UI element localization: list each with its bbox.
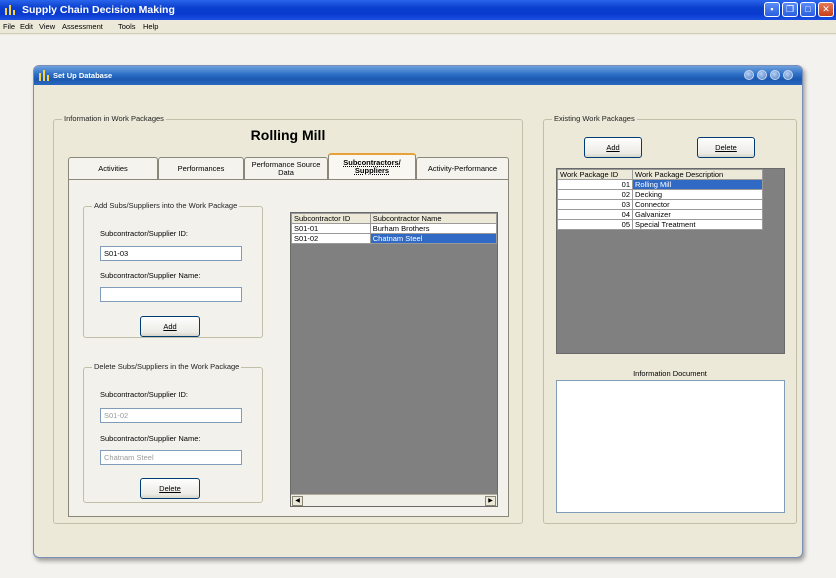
work-package-grid[interactable]: Work Package ID Work Package Description… xyxy=(556,168,785,354)
column-header[interactable]: Subcontractor ID xyxy=(291,213,371,224)
menu-help[interactable]: Help xyxy=(143,22,158,31)
subcontractor-table: Subcontractor ID Subcontractor Name S01-… xyxy=(291,213,498,244)
delete-subs-group: Delete Subs/Suppliers in the Work Packag… xyxy=(83,362,263,503)
information-document-area[interactable] xyxy=(556,380,785,513)
existing-work-packages-group: Existing Work Packages Add Delete Work P… xyxy=(543,114,797,524)
work-package-desc-cell[interactable]: Decking xyxy=(632,189,763,200)
group-label: Add Subs/Suppliers into the Work Package xyxy=(92,201,240,210)
subcontractor-id-label: Subcontractor/Supplier ID: xyxy=(100,390,188,399)
subcontractor-id-cell[interactable]: S01-01 xyxy=(291,223,371,234)
maximize-icon[interactable] xyxy=(770,70,780,80)
tab-subcontractors-suppliers[interactable]: Subcontractors/ Suppliers xyxy=(328,153,416,179)
subcontractor-name-label: Subcontractor/Supplier Name: xyxy=(100,271,201,280)
column-header[interactable]: Work Package ID xyxy=(557,169,633,180)
app-title: Supply Chain Decision Making xyxy=(22,4,175,16)
menu-tools[interactable]: Tools xyxy=(118,22,136,31)
scroll-right-icon[interactable]: ▶ xyxy=(485,496,496,506)
subcontractor-grid[interactable]: Subcontractor ID Subcontractor Name S01-… xyxy=(290,212,498,507)
column-header[interactable]: Work Package Description xyxy=(632,169,763,180)
scroll-left-icon[interactable]: ◀ xyxy=(292,496,303,506)
info-work-packages-group: Information in Work Packages Rolling Mil… xyxy=(53,114,523,524)
work-package-desc-cell[interactable]: Connector xyxy=(632,199,763,210)
add-work-package-button[interactable]: Add xyxy=(584,137,642,158)
work-package-table: Work Package ID Work Package Description… xyxy=(557,169,763,230)
subcontractor-id-cell[interactable]: S01-02 xyxy=(291,233,371,244)
work-package-id-cell[interactable]: 02 xyxy=(557,189,633,200)
work-package-desc-cell[interactable]: Galvanizer xyxy=(632,209,763,220)
subcontractor-id-label: Subcontractor/Supplier ID: xyxy=(100,229,188,238)
minimize-icon[interactable]: ▪ xyxy=(764,2,780,17)
table-row[interactable]: 01 Rolling Mill xyxy=(557,179,763,190)
restore-icon[interactable]: ❐ xyxy=(782,2,798,17)
work-package-desc-cell[interactable]: Rolling Mill xyxy=(632,179,763,190)
database-icon xyxy=(39,70,49,81)
tab-performances[interactable]: Performances xyxy=(158,157,244,179)
menu-file[interactable]: File xyxy=(3,22,15,31)
minimize-icon[interactable] xyxy=(757,70,767,80)
group-label: Existing Work Packages xyxy=(552,114,637,123)
subcontractor-name-cell[interactable]: Burham Brothers xyxy=(369,223,498,234)
tab-activities[interactable]: Activities xyxy=(68,157,158,179)
close-icon[interactable]: ✕ xyxy=(818,2,834,17)
group-label: Delete Subs/Suppliers in the Work Packag… xyxy=(92,362,242,371)
dialog-titlebar: Set Up Database xyxy=(34,66,802,85)
group-label: Information in Work Packages xyxy=(62,114,166,123)
work-package-id-cell[interactable]: 04 xyxy=(557,209,633,220)
table-row[interactable]: S01-01 Burham Brothers xyxy=(291,223,498,234)
setup-database-dialog: Set Up Database Information in Work Pack… xyxy=(33,65,803,558)
app-titlebar: Supply Chain Decision Making ▪ ❐ □ ✕ xyxy=(0,0,836,20)
table-row[interactable]: 02 Decking xyxy=(557,189,763,200)
horizontal-scrollbar[interactable]: ◀ ▶ xyxy=(291,494,497,506)
add-subcontractor-button[interactable]: Add xyxy=(140,316,200,337)
tab-panel-subcontractors: Add Subs/Suppliers into the Work Package… xyxy=(68,179,509,517)
tab-performance-source-data[interactable]: Performance Source Data xyxy=(244,157,328,179)
menu-bar: File Edit View Assessment Tools Help xyxy=(0,20,836,34)
table-row[interactable]: 05 Special Treatment xyxy=(557,219,763,230)
app-icon xyxy=(5,5,15,15)
menu-assessment[interactable]: Assessment xyxy=(62,22,103,31)
work-package-desc-cell[interactable]: Special Treatment xyxy=(632,219,763,230)
delete-subcontractor-id-input[interactable]: S01-02 xyxy=(100,408,242,423)
add-subs-group: Add Subs/Suppliers into the Work Package… xyxy=(83,201,263,338)
subcontractor-name-label: Subcontractor/Supplier Name: xyxy=(100,434,201,443)
delete-work-package-button[interactable]: Delete xyxy=(697,137,755,158)
add-subcontractor-name-input[interactable] xyxy=(100,287,242,302)
menu-view[interactable]: View xyxy=(39,22,55,31)
table-row[interactable]: S01-02 Chatnam Steel xyxy=(291,233,498,244)
table-row[interactable]: 04 Galvanizer xyxy=(557,209,763,220)
work-package-id-cell[interactable]: 03 xyxy=(557,199,633,210)
help-icon[interactable] xyxy=(744,70,754,80)
delete-subcontractor-name-input[interactable]: Chatnam Steel xyxy=(100,450,242,465)
menu-edit[interactable]: Edit xyxy=(20,22,33,31)
work-package-id-cell[interactable]: 05 xyxy=(557,219,633,230)
maximize-icon[interactable]: □ xyxy=(800,2,816,17)
tab-activity-performance[interactable]: Activity-Performance xyxy=(416,157,509,179)
work-package-id-cell[interactable]: 01 xyxy=(557,179,633,190)
close-icon[interactable] xyxy=(783,70,793,80)
work-package-title: Rolling Mill xyxy=(250,127,326,143)
delete-subcontractor-button[interactable]: Delete xyxy=(140,478,200,499)
table-row[interactable]: 03 Connector xyxy=(557,199,763,210)
column-header[interactable]: Subcontractor Name xyxy=(369,213,498,224)
information-document-label: Information Document xyxy=(633,369,707,378)
add-subcontractor-id-input[interactable]: S01-03 xyxy=(100,246,242,261)
dialog-title: Set Up Database xyxy=(53,71,113,80)
subcontractor-name-cell[interactable]: Chatnam Steel xyxy=(369,233,498,244)
